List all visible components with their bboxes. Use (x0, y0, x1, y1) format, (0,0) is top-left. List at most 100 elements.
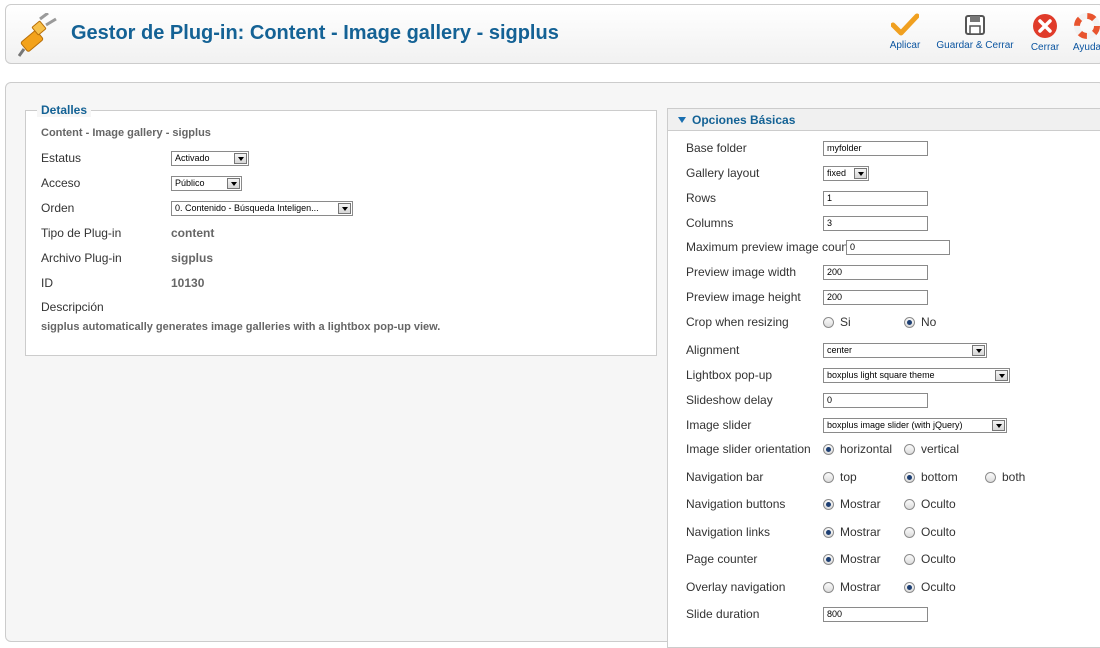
chevron-down-icon (972, 345, 985, 356)
slider-orientation-label: Image slider orientation (686, 442, 811, 456)
save-close-label: Guardar & Cerrar (936, 40, 1014, 51)
radio-off-icon (985, 472, 996, 483)
slideshow-delay-input[interactable]: 0 (823, 393, 928, 408)
radio-on-icon (904, 317, 915, 328)
radio-off-icon (904, 499, 915, 510)
chevron-down-icon (227, 178, 240, 189)
slide-duration-input[interactable]: 800 (823, 607, 928, 622)
radio-off-icon (823, 582, 834, 593)
rows-label: Rows (686, 191, 717, 205)
access-value: Público (175, 178, 205, 188)
close-circle-icon (1033, 14, 1057, 38)
page-counter-label: Page counter (686, 552, 758, 566)
chevron-down-icon (234, 153, 247, 164)
preview-height-label: Preview image height (686, 290, 801, 304)
chevron-down-icon (995, 370, 1008, 381)
lightbox-select[interactable]: boxplus light square theme (823, 368, 1010, 383)
order-select[interactable]: 0. Contenido - Búsqueda Inteligen... (171, 201, 353, 216)
radio-off-icon (823, 472, 834, 483)
alignment-value: center (827, 345, 853, 355)
base-folder-input[interactable]: myfolder (823, 141, 928, 156)
nav-buttons-show-radio[interactable]: Mostrar (823, 497, 881, 511)
status-label: Estatus (41, 151, 82, 165)
plugin-subtitle: Content - Image gallery - sigplus (41, 127, 211, 139)
radio-off-icon (904, 554, 915, 565)
max-preview-input[interactable]: 0 (846, 240, 950, 255)
overlay-nav-hide-radio[interactable]: Oculto (904, 580, 956, 594)
radio-on-icon (904, 472, 915, 483)
apply-button[interactable]: Aplicar (883, 13, 927, 61)
gallery-layout-label: Gallery layout (686, 166, 760, 180)
columns-input[interactable]: 3 (823, 216, 928, 231)
radio-on-icon (823, 527, 834, 538)
overlay-nav-show-radio[interactable]: Mostrar (823, 580, 881, 594)
type-value: content (171, 226, 215, 240)
access-select[interactable]: Público (171, 176, 242, 191)
crop-si-radio[interactable]: Si (823, 315, 851, 329)
close-label: Cerrar (1030, 42, 1060, 53)
preview-width-input[interactable]: 200 (823, 265, 928, 280)
radio-off-icon (904, 527, 915, 538)
image-slider-label: Image slider (686, 418, 752, 432)
image-slider-select[interactable]: boxplus image slider (with jQuery) (823, 418, 1007, 433)
order-label: Orden (41, 201, 75, 215)
overlay-nav-label: Overlay navigation (686, 580, 786, 594)
columns-label: Columns (686, 216, 734, 230)
chevron-down-icon (854, 168, 867, 179)
page-title: Gestor de Plug-in: Content - Image galle… (71, 22, 559, 44)
basic-options-panel: Opciones Básicas Base folder myfolder Ga… (667, 108, 1100, 648)
apply-label: Aplicar (889, 40, 921, 51)
main-panel: Detalles Content - Image gallery - sigpl… (5, 82, 1100, 648)
chevron-down-icon (992, 420, 1005, 431)
slideshow-delay-label: Slideshow delay (686, 393, 773, 407)
chevron-down-icon (338, 203, 351, 214)
basic-options-header[interactable]: Opciones Básicas (668, 109, 1100, 131)
rows-input[interactable]: 1 (823, 191, 928, 206)
radio-on-icon (823, 554, 834, 565)
radio-off-icon (904, 444, 915, 455)
alignment-label: Alignment (686, 343, 740, 357)
file-value: sigplus (171, 251, 214, 265)
nav-links-show-radio[interactable]: Mostrar (823, 525, 881, 539)
page-counter-hide-radio[interactable]: Oculto (904, 552, 956, 566)
plug-icon (18, 13, 57, 57)
order-value: 0. Contenido - Búsqueda Inteligen... (175, 203, 319, 213)
nav-bar-top-radio[interactable]: top (823, 470, 857, 484)
lightbox-label: Lightbox pop-up (686, 368, 773, 382)
nav-bar-both-radio[interactable]: both (985, 470, 1025, 484)
image-slider-value: boxplus image slider (with jQuery) (827, 420, 963, 430)
triangle-down-icon (678, 117, 686, 123)
gallery-layout-value: fixed (827, 168, 847, 178)
preview-height-input[interactable]: 200 (823, 290, 928, 305)
help-button[interactable]: Ayuda (1069, 13, 1100, 61)
radio-on-icon (904, 582, 915, 593)
gallery-layout-select[interactable]: fixed (823, 166, 869, 181)
id-value: 10130 (171, 276, 205, 290)
id-label: ID (41, 276, 53, 290)
nav-links-hide-radio[interactable]: Oculto (904, 525, 956, 539)
lightbox-value: boxplus light square theme (827, 370, 935, 380)
access-label: Acceso (41, 176, 81, 190)
nav-bar-bottom-radio[interactable]: bottom (904, 470, 958, 484)
help-lifebuoy-icon (1074, 13, 1100, 39)
alignment-select[interactable]: center (823, 343, 987, 358)
description-text: sigplus automatically generates image ga… (41, 321, 441, 333)
max-preview-label: Maximum preview image count (686, 240, 852, 254)
slide-duration-label: Slide duration (686, 607, 760, 621)
file-label: Archivo Plug-in (41, 251, 122, 265)
description-label: Descripción (41, 300, 104, 314)
nav-buttons-hide-radio[interactable]: Oculto (904, 497, 956, 511)
radio-on-icon (823, 444, 834, 455)
save-close-button[interactable]: Guardar & Cerrar (933, 13, 1017, 61)
checkmark-icon (891, 13, 919, 36)
status-select[interactable]: Activado (171, 151, 249, 166)
radio-off-icon (823, 317, 834, 328)
nav-links-label: Navigation links (686, 525, 771, 539)
nav-bar-label: Navigation bar (686, 470, 764, 484)
crop-no-radio[interactable]: No (904, 315, 936, 329)
orientation-vertical-radio[interactable]: vertical (904, 442, 959, 456)
close-button[interactable]: Cerrar (1027, 13, 1063, 61)
page-counter-show-radio[interactable]: Mostrar (823, 552, 881, 566)
orientation-horizontal-radio[interactable]: horizontal (823, 442, 892, 456)
details-legend: Detalles (37, 103, 92, 117)
